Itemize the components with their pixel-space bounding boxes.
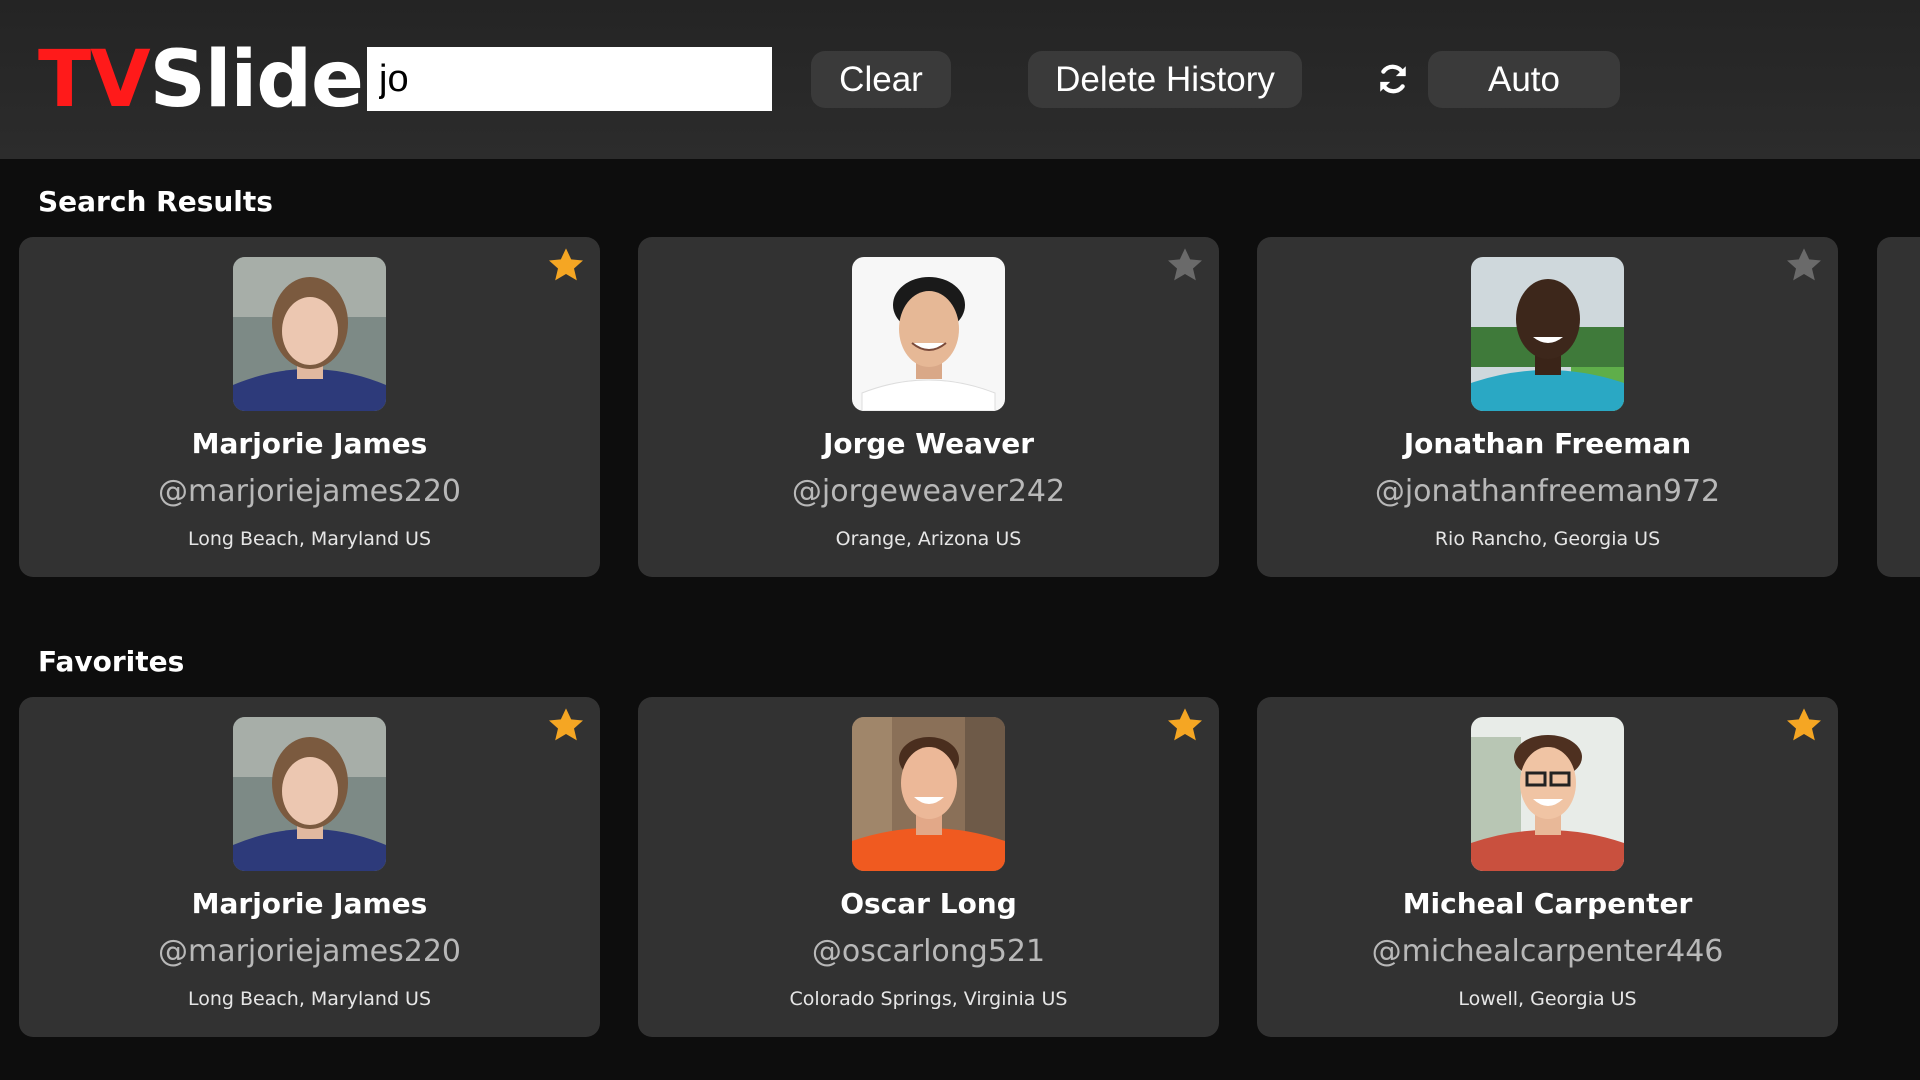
avatar [233,717,386,871]
profile-card[interactable]: Jonathan Freeman @jonathanfreeman972 Rio… [1257,237,1838,577]
app-logo: TVSlide [38,35,364,125]
auto-button[interactable]: Auto [1428,51,1620,108]
profile-name: Marjorie James [191,427,428,460]
star-icon[interactable] [1784,245,1824,285]
avatar [1471,257,1624,411]
profile-card[interactable]: Oscar Long @oscarlong521 Colorado Spring… [638,697,1219,1037]
profile-card-partial[interactable] [1877,237,1920,577]
profile-card[interactable]: Jorge Weaver @jorgeweaver242 Orange, Ari… [638,237,1219,577]
star-icon[interactable] [1165,245,1205,285]
profile-card[interactable]: Marjorie James @marjoriejames220 Long Be… [19,697,600,1037]
profile-handle: @michealcarpenter446 [1371,934,1724,969]
profile-name: Jonathan Freeman [1403,427,1692,460]
profile-name: Micheal Carpenter [1402,887,1693,920]
profile-location: Colorado Springs, Virginia US [789,988,1068,1010]
profile-location: Long Beach, Maryland US [187,528,432,550]
clear-button[interactable]: Clear [811,51,951,108]
star-icon[interactable] [546,245,586,285]
favorites-heading: Favorites [38,645,185,678]
delete-history-button[interactable]: Delete History [1028,51,1302,108]
star-icon[interactable] [546,705,586,745]
profile-handle: @oscarlong521 [811,934,1046,969]
profile-card[interactable]: Micheal Carpenter @michealcarpenter446 L… [1257,697,1838,1037]
profile-name: Jorge Weaver [822,427,1035,460]
profile-name: Marjorie James [191,887,428,920]
profile-handle: @jonathanfreeman972 [1374,474,1721,509]
favorites-row: Marjorie James @marjoriejames220 Long Be… [19,697,1920,1037]
top-bar: TVSlide Clear Delete History Auto [0,0,1920,159]
search-results-heading: Search Results [38,185,273,218]
search-input[interactable] [367,47,772,111]
profile-handle: @marjoriejames220 [157,474,462,509]
search-results-row: Marjorie James @marjoriejames220 Long Be… [19,237,1920,577]
profile-handle: @marjoriejames220 [157,934,462,969]
refresh-icon[interactable] [1376,62,1410,96]
profile-location: Lowell, Georgia US [1458,988,1637,1010]
profile-location: Orange, Arizona US [835,528,1022,550]
profile-card[interactable]: Marjorie James @marjoriejames220 Long Be… [19,237,600,577]
star-icon[interactable] [1784,705,1824,745]
avatar [852,257,1005,411]
profile-handle: @jorgeweaver242 [791,474,1066,509]
profile-location: Rio Rancho, Georgia US [1434,528,1661,550]
avatar [1471,717,1624,871]
profile-location: Long Beach, Maryland US [187,988,432,1010]
profile-name: Oscar Long [840,887,1017,920]
avatar [852,717,1005,871]
avatar [233,257,386,411]
star-icon[interactable] [1165,705,1205,745]
